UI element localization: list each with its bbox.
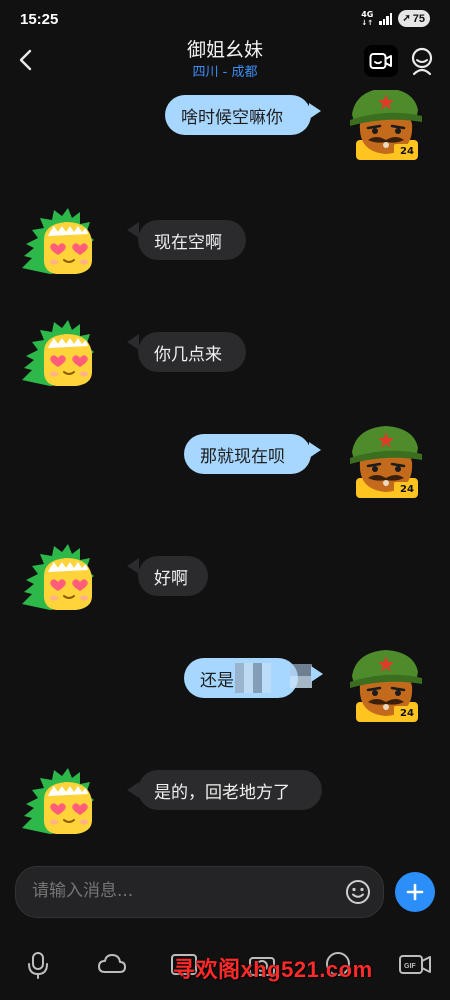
emoji-button[interactable] bbox=[345, 879, 371, 905]
voice-button[interactable] bbox=[22, 948, 54, 980]
network-label: 4G bbox=[361, 9, 374, 19]
profile-icon bbox=[411, 47, 433, 76]
soldier-avatar[interactable]: 24 bbox=[342, 644, 428, 724]
watermark: 寻欢阁xhg521.com bbox=[173, 957, 373, 982]
video-call-button[interactable] bbox=[364, 45, 398, 77]
message-row: 现在空啊 bbox=[0, 200, 450, 280]
soldier-avatar[interactable]: 24 bbox=[342, 420, 428, 500]
message-bubble-outgoing[interactable]: 那就现在呗 bbox=[184, 434, 311, 474]
battery-level: 75 bbox=[412, 12, 425, 25]
message-row: 还是 24 bbox=[0, 644, 450, 724]
dino-avatar[interactable] bbox=[10, 536, 96, 616]
bubble-tail bbox=[127, 558, 139, 574]
gif-icon: GIF bbox=[399, 955, 431, 974]
message-text: 那就现在呗 bbox=[200, 446, 285, 467]
message-text: 好啊 bbox=[154, 568, 188, 589]
gif-label: GIF bbox=[404, 963, 416, 970]
dino-avatar[interactable] bbox=[10, 760, 96, 840]
back-button[interactable] bbox=[14, 46, 40, 74]
gif-button[interactable]: GIF bbox=[398, 948, 434, 980]
avatar-badge: 24 bbox=[400, 146, 414, 157]
avatar-badge: 24 bbox=[400, 708, 414, 719]
bubble-tail bbox=[311, 666, 323, 682]
message-composer bbox=[15, 866, 384, 918]
redacted-overlay bbox=[290, 664, 312, 688]
avatar-badge: 24 bbox=[400, 484, 414, 495]
message-text: 是的，回老地方了 bbox=[154, 782, 290, 803]
redacted-text bbox=[235, 663, 271, 693]
smiley-icon bbox=[346, 880, 370, 904]
message-list[interactable]: 啥时候空嘛你 24 现在空啊 你几点来 那就现在呗 24 好啊 还是 24 是的… bbox=[0, 90, 450, 850]
message-bubble-incoming[interactable]: 是的，回老地方了 bbox=[138, 770, 322, 810]
message-row: 好啊 bbox=[0, 536, 450, 616]
status-time: 15:25 bbox=[20, 11, 59, 28]
status-bar: 15:25 4G ↓↑ ➚ 75 bbox=[0, 0, 450, 38]
dino-avatar[interactable] bbox=[10, 200, 96, 280]
message-bubble-outgoing[interactable]: 啥时候空嘛你 bbox=[165, 95, 311, 135]
dino-avatar[interactable] bbox=[10, 312, 96, 392]
message-row: 啥时候空嘛你 24 bbox=[0, 90, 450, 150]
bubble-tail bbox=[309, 103, 321, 119]
profile-button[interactable] bbox=[406, 45, 438, 77]
video-camera-icon bbox=[369, 53, 392, 69]
bubble-tail bbox=[127, 334, 139, 350]
message-bubble-incoming[interactable]: 现在空啊 bbox=[138, 220, 246, 260]
bubble-tail bbox=[127, 222, 139, 238]
plus-icon bbox=[406, 883, 424, 901]
message-bubble-incoming[interactable]: 你几点来 bbox=[138, 332, 246, 372]
cloud-icon bbox=[98, 954, 126, 973]
soldier-avatar[interactable]: 24 bbox=[342, 90, 428, 162]
add-attachment-button[interactable] bbox=[395, 872, 435, 912]
chat-header: 御姐幺妹 四川 - 成都 bbox=[0, 38, 450, 90]
cloud-button[interactable] bbox=[96, 948, 128, 980]
message-row: 那就现在呗 24 bbox=[0, 420, 450, 500]
message-text: 啥时候空嘛你 bbox=[181, 107, 283, 128]
message-bubble-outgoing[interactable]: 还是 bbox=[184, 658, 298, 698]
message-row: 你几点来 bbox=[0, 312, 450, 392]
network-type: 4G ↓↑ bbox=[361, 9, 374, 27]
battery-indicator: ➚ 75 bbox=[398, 10, 430, 27]
mic-icon bbox=[28, 952, 48, 979]
status-indicators: 4G ↓↑ ➚ 75 bbox=[361, 10, 430, 27]
chevron-left-icon bbox=[19, 49, 32, 71]
message-bubble-incoming[interactable]: 好啊 bbox=[138, 556, 208, 596]
signal-icon bbox=[379, 12, 393, 25]
charging-icon: ➚ bbox=[402, 13, 411, 24]
bubble-tail bbox=[309, 442, 321, 458]
message-text: 你几点来 bbox=[154, 344, 222, 365]
message-text: 还是 bbox=[200, 670, 234, 691]
message-input[interactable] bbox=[32, 881, 332, 901]
message-text: 现在空啊 bbox=[154, 232, 222, 253]
message-row: 是的，回老地方了 bbox=[0, 760, 450, 840]
